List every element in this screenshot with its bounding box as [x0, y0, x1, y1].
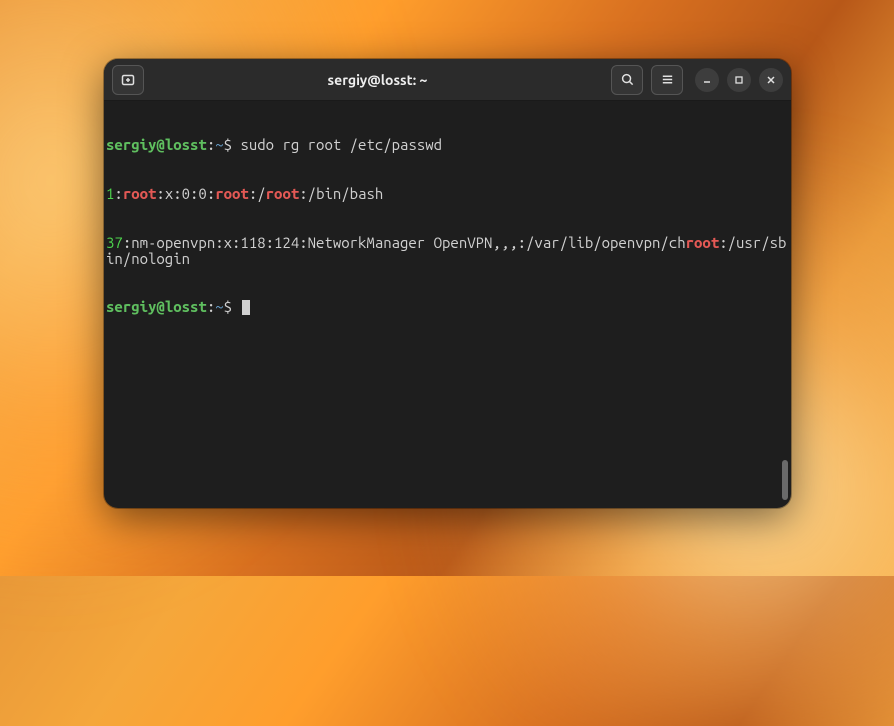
cursor [242, 300, 250, 315]
titlebar-right [611, 65, 783, 95]
close-button[interactable] [759, 68, 783, 92]
match-text: root [686, 234, 720, 251]
titlebar: sergiy@losst: ~ [104, 59, 791, 101]
prompt-at: @ [156, 136, 164, 153]
prompt-host: losst [165, 298, 207, 315]
minimize-button[interactable] [695, 68, 719, 92]
prompt-dollar: $ [224, 136, 241, 153]
prompt-line: sergiy@losst:~$ sudo rg root /etc/passwd [104, 137, 791, 153]
hamburger-icon [660, 72, 675, 87]
window-controls [695, 68, 783, 92]
maximize-button[interactable] [727, 68, 751, 92]
prompt-user: sergiy [106, 136, 156, 153]
prompt-user: sergiy [106, 298, 156, 315]
prompt-colon: : [207, 136, 215, 153]
menu-button[interactable] [651, 65, 683, 95]
output-line: 1:root:x:0:0:root:/root:/bin/bash [104, 186, 791, 202]
scrollbar-thumb[interactable] [782, 460, 788, 500]
search-icon [620, 72, 635, 87]
new-tab-icon [120, 72, 136, 88]
match-text: root [123, 185, 157, 202]
new-tab-button[interactable] [112, 65, 144, 95]
match-text: root [215, 185, 249, 202]
match-text: root [266, 185, 300, 202]
terminal-body[interactable]: sergiy@losst:~$ sudo rg root /etc/passwd… [104, 101, 791, 508]
window-title: sergiy@losst: ~ [144, 72, 611, 88]
close-icon [766, 75, 776, 85]
line-number: 37 [106, 234, 123, 251]
prompt-line: sergiy@losst:~$ [104, 299, 791, 315]
output-line: 37:nm-openvpn:x:118:124:NetworkManager O… [104, 235, 791, 267]
prompt-cwd: ~ [215, 136, 223, 153]
minimize-icon [702, 75, 712, 85]
prompt-dollar: $ [224, 298, 241, 315]
command-text: sudo rg root /etc/passwd [240, 136, 442, 153]
terminal-window: sergiy@losst: ~ [104, 59, 791, 508]
maximize-icon [734, 75, 744, 85]
titlebar-actions [611, 65, 683, 95]
prompt-host: losst [165, 136, 207, 153]
prompt-cwd: ~ [215, 298, 223, 315]
search-button[interactable] [611, 65, 643, 95]
titlebar-left [112, 65, 144, 95]
prompt-at: @ [156, 298, 164, 315]
prompt-colon: : [207, 298, 215, 315]
